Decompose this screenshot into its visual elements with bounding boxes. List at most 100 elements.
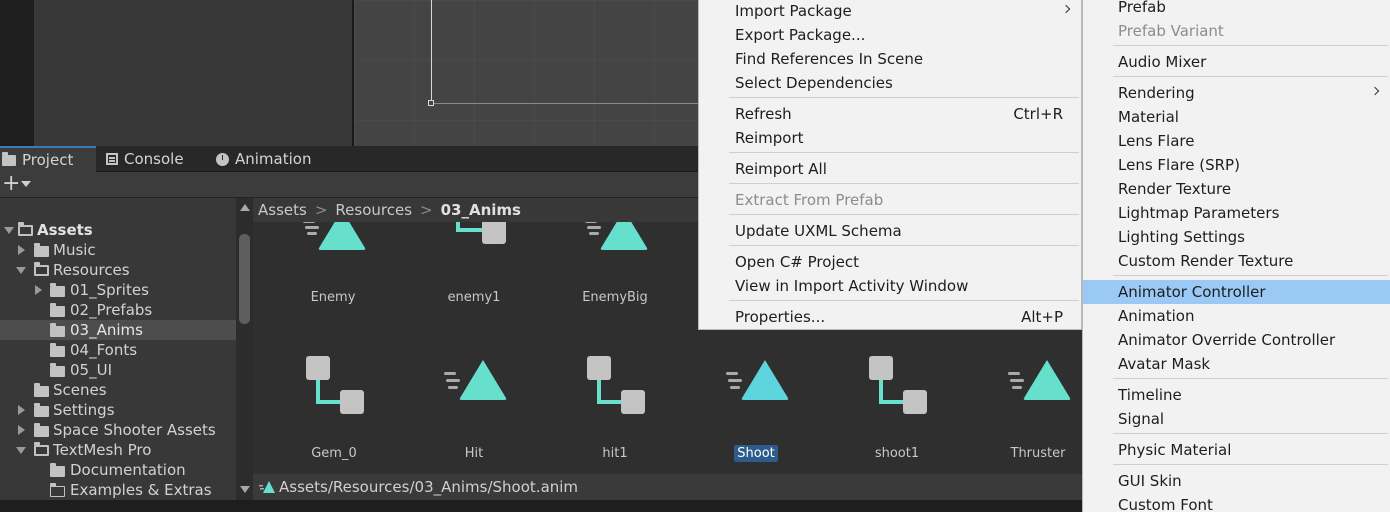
menu-item-lens-flare[interactable]: Lens Flare bbox=[1083, 129, 1390, 153]
menu-item-label: Extract From Prefab bbox=[735, 191, 884, 209]
asset-gem-0[interactable]: Gem_0 bbox=[264, 352, 404, 472]
chevron-down-icon[interactable] bbox=[21, 181, 31, 187]
asset-label: Gem_0 bbox=[311, 446, 357, 461]
menu-item-update-uxml-schema[interactable]: Update UXML Schema bbox=[699, 219, 1081, 243]
menu-item-lighting-settings[interactable]: Lighting Settings bbox=[1083, 225, 1390, 249]
scene-pivot-handle[interactable] bbox=[428, 100, 434, 106]
console-icon bbox=[106, 153, 118, 165]
breadcrumb-item-resources[interactable]: Resources bbox=[335, 201, 412, 219]
asset-enemy[interactable]: Enemy bbox=[263, 222, 403, 328]
menu-item-timeline[interactable]: Timeline bbox=[1083, 383, 1390, 407]
breadcrumb-current[interactable]: 03_Anims bbox=[441, 201, 521, 219]
folder-icon bbox=[50, 463, 65, 477]
menu-item-render-texture[interactable]: Render Texture bbox=[1083, 177, 1390, 201]
menu-item-audio-mixer[interactable]: Audio Mixer bbox=[1083, 50, 1390, 74]
menu-item-custom-render-texture[interactable]: Custom Render Texture bbox=[1083, 249, 1390, 273]
menu-item-reimport-all[interactable]: Reimport All bbox=[699, 157, 1081, 181]
scroll-up-arrow-icon[interactable] bbox=[240, 204, 250, 211]
menu-item-material[interactable]: Material bbox=[1083, 105, 1390, 129]
menu-item-custom-font[interactable]: Custom Font bbox=[1083, 493, 1390, 512]
tree-item-examples-extras[interactable]: Examples & Extras bbox=[0, 480, 236, 500]
tree-item-01-sprites[interactable]: 01_Sprites bbox=[0, 280, 236, 300]
tab-project-label: Project bbox=[22, 151, 74, 169]
tree-item-04-fonts[interactable]: 04_Fonts bbox=[0, 340, 236, 360]
menu-item-export-package[interactable]: Export Package... bbox=[699, 23, 1081, 47]
menu-item-find-references[interactable]: Find References In Scene bbox=[699, 47, 1081, 71]
menu-item-label: Timeline bbox=[1118, 386, 1182, 404]
menu-item-label: Lens Flare bbox=[1118, 132, 1195, 150]
tree-item-textmesh-pro[interactable]: TextMesh Pro bbox=[0, 440, 236, 460]
menu-separator bbox=[1113, 275, 1388, 276]
menu-item-lightmap-parameters[interactable]: Lightmap Parameters bbox=[1083, 201, 1390, 225]
tree-item-resources[interactable]: Resources bbox=[0, 260, 236, 280]
animation-clip-icon bbox=[585, 222, 655, 268]
asset-label: Hit bbox=[464, 446, 484, 461]
tab-console[interactable]: Console bbox=[106, 146, 184, 172]
asset-enemybig[interactable]: EnemyBig bbox=[545, 222, 685, 328]
asset-shoot[interactable]: Shoot bbox=[686, 352, 826, 472]
asset-shoot1[interactable]: shoot1 bbox=[827, 352, 967, 472]
menu-separator bbox=[729, 214, 1079, 215]
menu-item-label: Lens Flare (SRP) bbox=[1118, 156, 1240, 174]
tab-animation[interactable]: Animation bbox=[216, 146, 311, 172]
chevron-down-icon[interactable] bbox=[16, 447, 26, 454]
tree-item-label: Scenes bbox=[53, 381, 107, 399]
menu-item-animator-override-controller[interactable]: Animator Override Controller bbox=[1083, 328, 1390, 352]
tree-item-02-prefabs[interactable]: 02_Prefabs bbox=[0, 300, 236, 320]
menu-item-prefab[interactable]: Prefab bbox=[1083, 0, 1390, 19]
editor-status-strip bbox=[0, 500, 1083, 512]
menu-separator bbox=[729, 152, 1079, 153]
tree-item-label: TextMesh Pro bbox=[53, 441, 152, 459]
chevron-right-icon[interactable] bbox=[35, 285, 42, 295]
menu-item-animation[interactable]: Animation bbox=[1083, 304, 1390, 328]
scene-gizmo-vertical-line bbox=[431, 0, 432, 103]
tree-scrollbar-thumb[interactable] bbox=[239, 234, 250, 324]
asset-enemy1[interactable]: enemy1 bbox=[404, 222, 544, 328]
folder-icon bbox=[50, 283, 65, 297]
tree-item-05-ui[interactable]: 05_UI bbox=[0, 360, 236, 380]
menu-item-select-dependencies[interactable]: Select Dependencies bbox=[699, 71, 1081, 95]
menu-item-label: Signal bbox=[1118, 410, 1165, 428]
folder-icon bbox=[2, 151, 16, 166]
scene-view[interactable] bbox=[354, 0, 698, 146]
menu-item-label: Open C# Project bbox=[735, 253, 859, 271]
menu-item-open-csharp-project[interactable]: Open C# Project bbox=[699, 250, 1081, 274]
tree-item-03-anims[interactable]: 03_Anims bbox=[0, 320, 236, 340]
tree-item-space-shooter-assets[interactable]: Space Shooter Assets bbox=[0, 420, 236, 440]
tree-item-assets[interactable]: Assets bbox=[0, 220, 236, 240]
tree-item-documentation[interactable]: Documentation bbox=[0, 460, 236, 480]
chevron-down-icon[interactable] bbox=[16, 267, 26, 274]
tab-console-label: Console bbox=[124, 150, 184, 168]
chevron-right-icon[interactable] bbox=[18, 425, 25, 435]
menu-item-physic-material[interactable]: Physic Material bbox=[1083, 438, 1390, 462]
menu-item-animator-controller[interactable]: Animator Controller bbox=[1083, 280, 1390, 304]
menu-item-view-import-activity[interactable]: View in Import Activity Window bbox=[699, 274, 1081, 298]
tree-item-settings[interactable]: Settings bbox=[0, 400, 236, 420]
breadcrumb-item-assets[interactable]: Assets bbox=[258, 201, 307, 219]
tree-item-music[interactable]: Music bbox=[0, 240, 236, 260]
chevron-down-icon[interactable] bbox=[4, 227, 14, 234]
menu-item-avatar-mask[interactable]: Avatar Mask bbox=[1083, 352, 1390, 376]
tab-project[interactable]: Project bbox=[0, 146, 96, 172]
menu-item-gui-skin[interactable]: GUI Skin bbox=[1083, 469, 1390, 493]
asset-hit1[interactable]: hit1 bbox=[545, 352, 685, 472]
create-button[interactable]: + bbox=[2, 173, 20, 195]
animator-controller-icon bbox=[304, 354, 374, 424]
menu-separator bbox=[1113, 45, 1388, 46]
menu-item-lens-flare-srp[interactable]: Lens Flare (SRP) bbox=[1083, 153, 1390, 177]
asset-thruster[interactable]: Thruster bbox=[968, 352, 1083, 472]
tree-item-label: Assets bbox=[37, 221, 93, 239]
chevron-right-icon[interactable] bbox=[18, 405, 25, 415]
tree-item-label: 01_Sprites bbox=[70, 281, 149, 299]
menu-item-properties[interactable]: Properties... Alt+P bbox=[699, 305, 1081, 329]
menu-item-rendering[interactable]: Rendering bbox=[1083, 81, 1390, 105]
menu-item-import-package[interactable]: Import Package bbox=[699, 0, 1081, 23]
menu-item-signal[interactable]: Signal bbox=[1083, 407, 1390, 431]
chevron-right-icon[interactable] bbox=[18, 245, 25, 255]
tree-item-scenes[interactable]: Scenes bbox=[0, 380, 236, 400]
scroll-down-arrow-icon[interactable] bbox=[240, 486, 250, 493]
asset-hit[interactable]: Hit bbox=[404, 352, 544, 472]
menu-item-reimport[interactable]: Reimport bbox=[699, 126, 1081, 150]
chevron-right-icon bbox=[1061, 4, 1071, 14]
menu-item-refresh[interactable]: Refresh Ctrl+R bbox=[699, 102, 1081, 126]
